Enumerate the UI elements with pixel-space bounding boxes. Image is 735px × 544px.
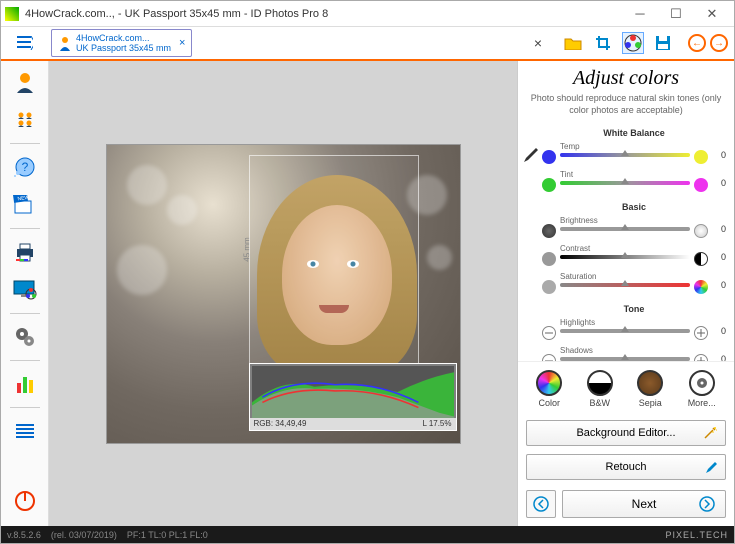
eyedropper-tool[interactable] [522,146,538,162]
back-button[interactable] [526,490,556,518]
wand-icon [703,426,717,440]
main-area: ? NEW 45 mm [1,61,734,526]
preset-color[interactable]: Color [536,370,562,408]
statusbar: v.8.5.2.6 (rel. 03/07/2019) PF:1 TL:0 PL… [1,526,734,543]
adjust-panel: Adjust colors Photo should reproduce nat… [517,61,734,526]
arrow-right-icon [699,496,715,512]
document-tab[interactable]: 4HowCrack.com... UK Passport 35x45 mm × [51,29,192,57]
close-button[interactable]: ✕ [694,3,730,25]
svg-text:?: ? [21,160,28,174]
status-brand: PIXEL.TECH [665,530,728,540]
histogram-rgb: RGB: 34,49,49 [254,419,307,428]
sidebar-print[interactable] [7,235,43,269]
slider-brightness[interactable]: Brightness 0 [542,216,726,242]
toolbar: 4HowCrack.com... UK Passport 35x45 mm × … [1,27,734,61]
preset-more[interactable]: More... [688,370,716,408]
crop-button[interactable] [592,32,614,54]
sidebar-power[interactable] [7,484,43,518]
hamburger-icon [17,36,33,50]
tab-title-1: 4HowCrack.com... [76,33,171,43]
adjust-colors-button[interactable] [622,32,644,54]
presets: Color B&W Sepia More... [518,361,734,416]
group-wb: White Balance [542,128,726,138]
slider-highlights[interactable]: Highlights 0 [542,318,726,344]
help-icon: ? [14,156,36,178]
open-folder-button[interactable] [562,32,584,54]
slider-contrast[interactable]: Contrast 0 [542,244,726,270]
histogram[interactable]: RGB: 34,49,49 L 17.5% [249,363,457,431]
folder-icon [564,36,582,50]
status-info: PF:1 TL:0 PL:1 FL:0 [127,530,208,540]
next-button[interactable]: Next [562,490,726,518]
eyedropper-icon [522,146,538,162]
sidebar-settings[interactable] [7,320,43,354]
menu-toggle[interactable] [1,36,49,50]
close-all-tabs[interactable]: × [528,35,548,51]
status-date: (rel. 03/07/2019) [51,530,117,540]
gear-icon [14,326,36,348]
histogram-l: L 17.5% [422,419,451,428]
slider-tint[interactable]: Tint 0 [542,170,726,196]
chart-icon [15,375,35,393]
news-icon: NEW [13,195,37,215]
sidebar-group[interactable] [7,103,43,137]
status-version: v.8.5.2.6 [7,530,41,540]
sidebar-stats[interactable] [7,367,43,401]
photo-canvas[interactable]: 45 mm RGB: 34,49,49 L 17.5% [49,61,517,526]
slider-saturation[interactable]: Saturation 0 [542,272,726,298]
maximize-button[interactable]: ☐ [658,3,694,25]
group-icon [14,110,36,130]
slider-temp[interactable]: Temp 0 [542,142,726,168]
sidebar: ? NEW [1,61,49,526]
save-button[interactable] [652,32,674,54]
tab-title-2: UK Passport 35x45 mm [76,43,171,53]
sidebar-monitor[interactable] [7,273,43,307]
crop-icon [595,35,611,51]
list-icon [16,424,34,438]
printer-icon [14,242,36,262]
window-title: 4HowCrack.com.., - UK Passport 35x45 mm … [25,8,622,20]
group-tone: Tone [542,304,726,314]
tab-close[interactable]: × [179,37,185,49]
sliders-container: White Balance Temp 0 Tint 0 Basic Bright… [518,122,734,361]
retouch-button[interactable]: Retouch [526,454,726,480]
arrow-left-icon [533,496,549,512]
save-icon [655,35,671,51]
titlebar: 4HowCrack.com.., - UK Passport 35x45 mm … [1,1,734,27]
power-icon [14,490,36,512]
brush-icon [703,460,717,474]
sidebar-list[interactable] [7,414,43,448]
sidebar-news[interactable]: NEW [7,188,43,222]
crop-box[interactable] [249,155,419,373]
histogram-curves [252,366,454,418]
app-icon [5,7,19,21]
person-icon [58,35,72,51]
preset-sepia[interactable]: Sepia [637,370,663,408]
nav-forward[interactable]: → [710,34,728,52]
person-icon [14,71,36,93]
sidebar-help[interactable]: ? [7,150,43,184]
group-basic: Basic [542,202,726,212]
slider-shadows[interactable]: Shadows 0 [542,346,726,361]
monitor-icon [13,280,37,300]
nav-back[interactable]: ← [688,34,706,52]
color-wheel-icon [624,34,642,52]
background-editor-button[interactable]: Background Editor... [526,420,726,446]
panel-title: Adjust colors [518,61,734,92]
panel-subtitle: Photo should reproduce natural skin tone… [518,92,734,122]
preset-bw[interactable]: B&W [587,370,613,408]
gear-icon [695,376,709,390]
minimize-button[interactable]: ─ [622,3,658,25]
photo-frame: 45 mm RGB: 34,49,49 L 17.5% [106,144,461,444]
sidebar-person[interactable] [7,65,43,99]
